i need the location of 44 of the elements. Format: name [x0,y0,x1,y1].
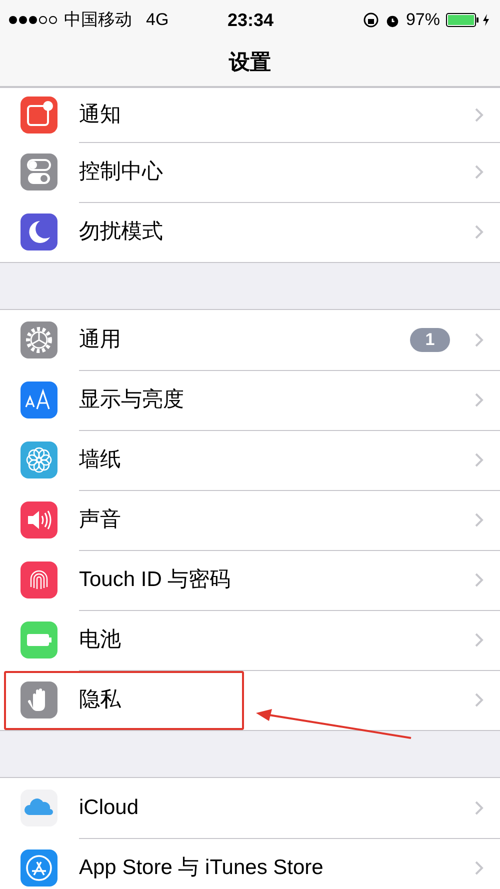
settings-row[interactable]: Touch ID 与密码 [0,550,500,610]
row-label: 隐私 [79,687,122,714]
row-label: 声音 [79,507,122,534]
settings-row[interactable]: 声音 [0,490,500,550]
row-label: 通用 [79,327,122,354]
page-title: 设置 [229,50,271,76]
row-label: iCloud [79,795,140,822]
row-label: App Store 与 iTunes Store [79,855,324,882]
settings-row[interactable]: 电池 [0,610,500,670]
settings-row[interactable]: iCloud [0,778,500,838]
settings-row[interactable]: 控制中心 [0,142,500,202]
settings-row[interactable]: App Store 与 iTunes Store [0,838,500,889]
row-label: 控制中心 [79,159,164,186]
battery-percentage: 97% [406,9,440,32]
notification-badge: 1 [410,328,450,352]
chevron-icon [474,392,484,408]
battery-charging-icon [446,13,492,27]
chevron-icon [474,572,484,588]
clock-time: 23:34 [226,8,274,32]
settings-row[interactable]: 通知 [0,88,500,142]
row-label: Touch ID 与密码 [79,567,232,594]
chevron-icon [474,632,484,648]
network-type: 4G [146,9,169,32]
chevron-icon [474,164,484,180]
chevron-icon [474,332,484,348]
chevron-icon [474,800,484,816]
chevron-icon [474,512,484,528]
chevron-icon [474,224,484,240]
chevron-icon [474,692,484,708]
settings-row[interactable]: 通用 1 [0,310,500,370]
settings-row[interactable]: 显示与亮度 [0,370,500,430]
row-label: 显示与亮度 [79,387,185,414]
row-label: 墙纸 [79,447,122,474]
signal-icon [8,15,58,25]
row-label: 勿扰模式 [79,219,164,246]
chevron-icon [474,860,484,876]
row-label: 通知 [79,102,122,128]
row-label: 电池 [79,627,122,654]
settings-row[interactable]: 勿扰模式 [0,202,500,262]
settings-row[interactable]: 墙纸 [0,430,500,490]
carrier-name: 中国移动 [64,9,132,32]
chevron-icon [474,452,484,468]
chevron-icon [474,107,484,123]
settings-row[interactable]: 隐私 [0,670,500,730]
